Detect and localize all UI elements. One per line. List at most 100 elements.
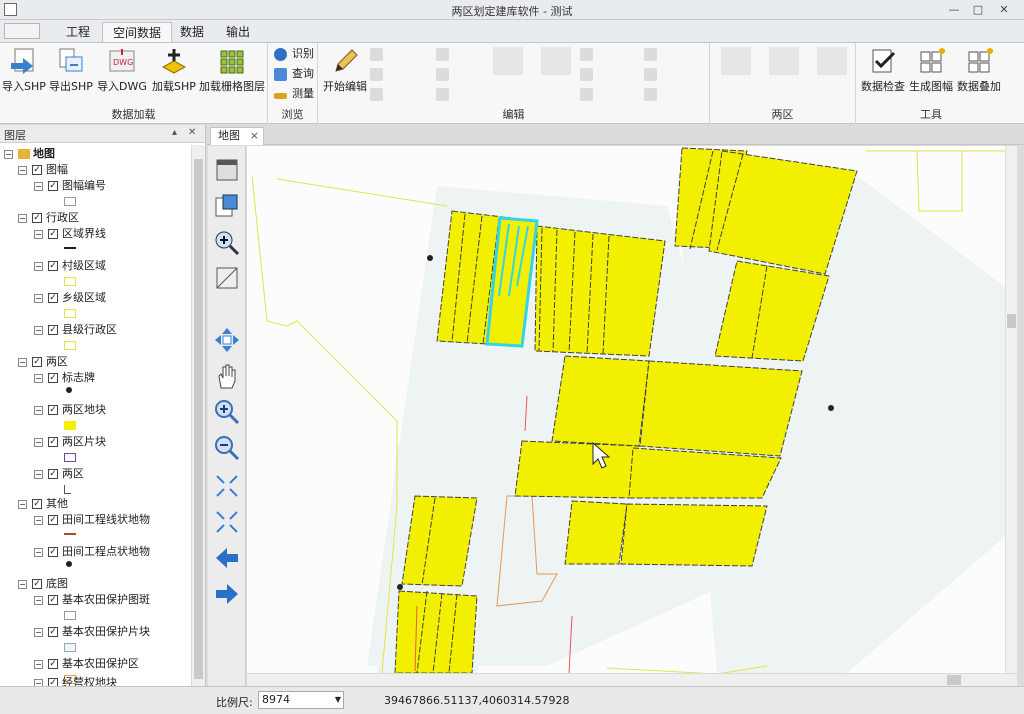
collapse-icon[interactable]: −	[34, 659, 43, 669]
scale-select[interactable]: 8974 ▼	[258, 691, 344, 709]
two-zone-tool-1[interactable]	[714, 47, 758, 78]
measure-button[interactable]: 测量	[274, 85, 314, 103]
collapse-icon[interactable]: −	[34, 437, 43, 447]
layer-checkbox[interactable]: ✓	[32, 357, 42, 367]
layer-checkbox[interactable]: ✓	[32, 165, 42, 175]
layer-item[interactable]: − ✓ 基本农田保护区	[34, 657, 139, 671]
layer-group[interactable]: − ✓ 底图	[18, 577, 68, 591]
edit-tool-5[interactable]	[436, 65, 486, 83]
layer-group[interactable]: − ✓ 行政区	[18, 211, 79, 225]
collapse-icon[interactable]: −	[18, 213, 27, 223]
collapse-icon[interactable]: −	[34, 595, 43, 605]
minimize-button[interactable]: —	[944, 1, 964, 18]
two-zone-tool-2[interactable]	[762, 47, 806, 78]
layer-item[interactable]: − ✓ 区域界线	[34, 227, 106, 241]
data-overlay-button[interactable]: 数据叠加	[956, 47, 1002, 94]
layer-item[interactable]: − ✓ 两区	[34, 467, 84, 481]
layer-item[interactable]: − ✓ 乡级区域	[34, 291, 106, 305]
layer-checkbox[interactable]: ✓	[48, 437, 58, 447]
load-raster-button[interactable]: 加载栅格图层	[198, 47, 266, 94]
collapse-icon[interactable]: −	[34, 405, 43, 415]
collapse-icon[interactable]: −	[4, 149, 13, 159]
layer-panel-scrollbar[interactable]	[191, 145, 205, 686]
query-button[interactable]: 查询	[274, 65, 314, 83]
layer-checkbox[interactable]: ✓	[32, 499, 42, 509]
zoom-to-layer-icon[interactable]	[213, 228, 241, 256]
layer-extent-icon[interactable]	[213, 192, 241, 220]
layer-checkbox[interactable]: ✓	[48, 325, 58, 335]
maximize-button[interactable]: □	[968, 1, 988, 18]
zoom-in-icon[interactable]	[213, 398, 241, 426]
tab-spatial-data[interactable]: 空间数据	[102, 22, 173, 42]
layer-checkbox[interactable]: ✓	[48, 547, 58, 557]
collapse-icon[interactable]: −	[18, 499, 27, 509]
layer-item[interactable]: − ✓ 基本农田保护图斑	[34, 593, 150, 607]
edit-tool-9[interactable]	[580, 85, 636, 103]
tab-data[interactable]: 数据	[170, 22, 214, 42]
previous-extent-icon[interactable]	[213, 544, 241, 572]
scroll-thumb[interactable]	[1007, 314, 1016, 328]
pan-arrows-icon[interactable]	[213, 326, 241, 354]
layer-checkbox[interactable]: ✓	[48, 293, 58, 303]
layer-checkbox[interactable]: ✓	[48, 405, 58, 415]
shrink-icon[interactable]	[213, 472, 241, 500]
generate-sheet-button[interactable]: 生成图幅	[908, 47, 954, 94]
edit-tool-1[interactable]	[370, 45, 426, 63]
collapse-icon[interactable]: −	[34, 469, 43, 479]
attribute-tool-button[interactable]	[534, 47, 578, 78]
edit-tool-12[interactable]	[644, 85, 700, 103]
collapse-icon[interactable]: −	[34, 325, 43, 335]
map-canvas[interactable]	[247, 146, 1017, 673]
collapse-icon[interactable]: −	[18, 165, 27, 175]
collapse-icon[interactable]: −	[18, 579, 27, 589]
import-dwg-button[interactable]: DWG 导入DWG	[96, 47, 148, 94]
edit-tool-4[interactable]	[436, 45, 486, 63]
edit-tool-6[interactable]	[436, 85, 486, 103]
layer-checkbox[interactable]: ✓	[32, 579, 42, 589]
zoom-out-icon[interactable]	[213, 434, 241, 462]
scroll-thumb[interactable]	[194, 159, 203, 679]
layer-item[interactable]: − ✓ 基本农田保护片块	[34, 625, 150, 639]
layer-item[interactable]: − ✓ 图幅编号	[34, 179, 106, 193]
layer-group[interactable]: − ✓ 其他	[18, 497, 68, 511]
pin-icon[interactable]: ▴	[172, 127, 177, 138]
close-panel-icon[interactable]: ✕	[188, 127, 196, 138]
collapse-icon[interactable]: −	[34, 293, 43, 303]
layer-item[interactable]: − ✓ 县级行政区	[34, 323, 117, 337]
tab-output[interactable]: 输出	[216, 22, 260, 42]
two-zone-tool-3[interactable]	[810, 47, 854, 78]
layer-checkbox[interactable]: ✓	[48, 261, 58, 271]
layer-checkbox[interactable]: ✓	[48, 373, 58, 383]
edit-tool-2[interactable]	[370, 65, 426, 83]
tree-root[interactable]: − 地图	[4, 147, 55, 161]
start-edit-button[interactable]: 开始编辑	[322, 47, 368, 94]
collapse-icon[interactable]: −	[34, 229, 43, 239]
identify-button[interactable]: 识别	[274, 45, 314, 63]
layer-item[interactable]: − ✓ 田间工程点状地物	[34, 545, 150, 559]
data-check-button[interactable]: 数据检查	[860, 47, 906, 94]
collapse-icon[interactable]: −	[34, 261, 43, 271]
load-shp-button[interactable]: 加载SHP	[150, 47, 198, 94]
tab-map[interactable]: 地图 ×	[210, 127, 264, 145]
layer-item[interactable]: − ✓ 两区片块	[34, 435, 106, 449]
edit-tool-10[interactable]	[644, 45, 700, 63]
map-vertical-scrollbar[interactable]	[1005, 146, 1017, 673]
collapse-icon[interactable]: −	[34, 515, 43, 525]
export-shp-button[interactable]: 导出SHP	[48, 47, 94, 94]
collapse-icon[interactable]: −	[34, 181, 43, 191]
expand-icon[interactable]	[213, 508, 241, 536]
layer-item[interactable]: − ✓ 田间工程线状地物	[34, 513, 150, 527]
collapse-icon[interactable]: −	[34, 627, 43, 637]
close-button[interactable]: ✕	[994, 1, 1014, 18]
edit-tool-7[interactable]	[580, 45, 636, 63]
layer-checkbox[interactable]: ✓	[48, 515, 58, 525]
map-frame-icon[interactable]	[213, 264, 241, 292]
collapse-icon[interactable]: −	[34, 547, 43, 557]
layer-item[interactable]: − ✓ 两区地块	[34, 403, 106, 417]
quick-access-menu[interactable]	[4, 23, 40, 39]
layer-group[interactable]: − ✓ 两区	[18, 355, 68, 369]
edit-tool-3[interactable]	[370, 85, 426, 103]
next-extent-icon[interactable]	[213, 580, 241, 608]
layer-checkbox[interactable]: ✓	[48, 659, 58, 669]
layer-item[interactable]: − ✓ 村级区域	[34, 259, 106, 273]
